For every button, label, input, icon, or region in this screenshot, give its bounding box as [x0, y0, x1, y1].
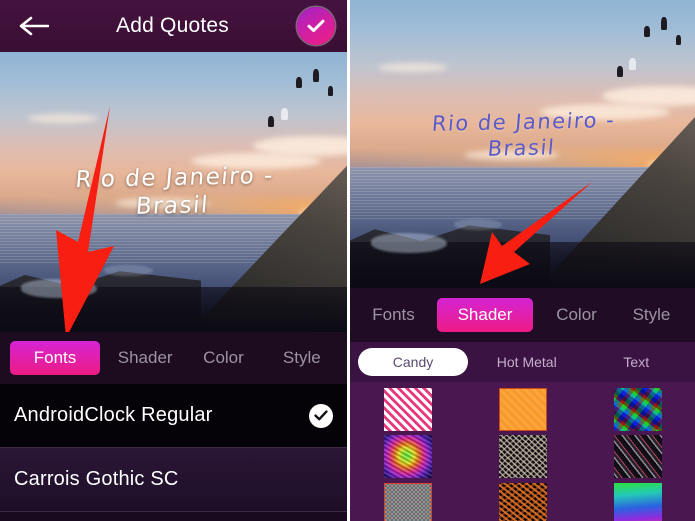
font-name-label: AndroidClock Regular	[14, 404, 213, 426]
tab-shader-right[interactable]: Shader	[437, 298, 533, 332]
tidepool	[370, 233, 447, 254]
person-silhouette	[295, 77, 302, 89]
cloud	[114, 197, 210, 208]
photo-preview-right[interactable]: Rio de Janeiro - Brasil	[350, 0, 695, 288]
shader-subtabbar: Candy Hot Metal Text	[350, 342, 695, 382]
dark-noise-swatch[interactable]	[498, 435, 547, 479]
back-arrow-icon[interactable]	[12, 4, 56, 48]
person-silhouette	[629, 57, 637, 70]
subtab-hot-metal[interactable]: Hot Metal	[472, 348, 582, 376]
photo-preview-left[interactable]: Rio de Janeiro - Brasil	[0, 52, 347, 332]
person-silhouette	[328, 85, 334, 96]
tidepool	[20, 278, 98, 299]
tab-color-left[interactable]: Color	[184, 341, 262, 375]
editor-tabbar-left: Fonts Shader Color Style	[0, 332, 347, 384]
orange-speckle-swatch[interactable]	[498, 482, 547, 521]
person-silhouette	[676, 34, 682, 45]
person-silhouette	[644, 25, 651, 37]
red-checker-swatch[interactable]	[383, 482, 432, 521]
left-screenshot-panel: Add Quotes Rio de Janeiro - Brasil Fonts…	[0, 0, 347, 521]
cloud	[539, 103, 670, 120]
subtab-text[interactable]: Text	[582, 348, 692, 376]
tidepool	[104, 264, 153, 276]
tidepool	[453, 218, 502, 231]
font-list-item-selected[interactable]: AndroidClock Regular	[0, 384, 347, 448]
cloud	[463, 149, 559, 160]
page-title: Add Quotes	[116, 14, 229, 37]
selected-check-icon	[309, 403, 333, 428]
right-screenshot-panel: Rio de Janeiro - Brasil Fonts Shader Col…	[350, 0, 695, 521]
confirm-checkmark-button[interactable]	[297, 7, 335, 45]
person-silhouette	[616, 66, 623, 78]
tab-fonts-left[interactable]: Fonts	[10, 341, 100, 375]
screenshot-root: Add Quotes Rio de Janeiro - Brasil Fonts…	[0, 0, 695, 521]
shader-swatch-grid	[350, 382, 695, 521]
font-list: AndroidClock Regular Carrois Gothic SC	[0, 384, 347, 512]
tab-fonts-right[interactable]: Fonts	[356, 298, 431, 332]
tab-color-right[interactable]: Color	[539, 298, 614, 332]
person-silhouette	[281, 108, 289, 120]
tab-style-right[interactable]: Style	[614, 298, 689, 332]
metallic-stripes-swatch[interactable]	[613, 435, 662, 479]
tab-shader-left[interactable]: Shader	[106, 341, 184, 375]
candy-stripes-swatch[interactable]	[383, 388, 432, 432]
person-silhouette	[313, 68, 320, 82]
person-silhouette	[268, 116, 275, 128]
editor-tabbar-right: Fonts Shader Color Style	[350, 288, 695, 342]
person-silhouette	[661, 17, 668, 31]
cloud	[27, 113, 98, 123]
rainbow-speckle-swatch[interactable]	[613, 482, 662, 521]
font-name-label: Carrois Gothic SC	[14, 468, 179, 490]
app-header: Add Quotes	[0, 0, 347, 52]
orange-stripes-swatch[interactable]	[498, 388, 547, 432]
color-mosaic-swatch[interactable]	[613, 388, 662, 432]
tab-style-left[interactable]: Style	[263, 341, 341, 375]
checkmark-icon	[307, 19, 325, 33]
font-list-item[interactable]: Carrois Gothic SC	[0, 448, 347, 512]
subtab-candy[interactable]: Candy	[358, 348, 468, 376]
rainbow-burst-swatch[interactable]	[383, 435, 432, 479]
